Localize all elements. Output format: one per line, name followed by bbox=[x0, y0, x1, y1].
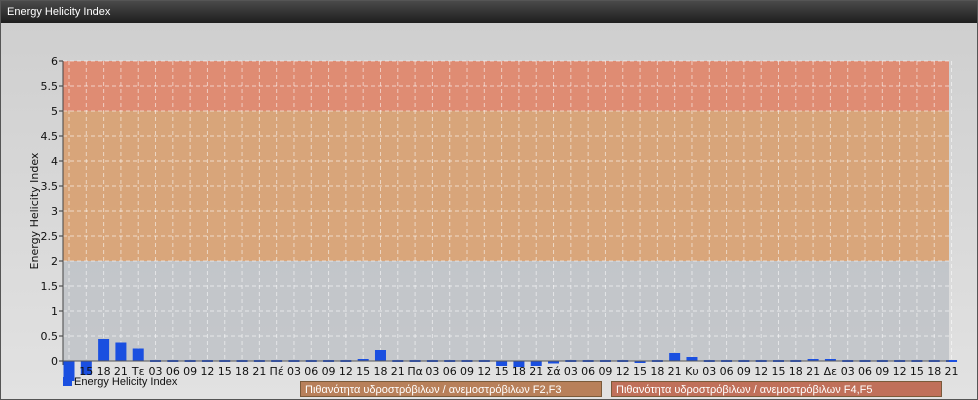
bar bbox=[115, 342, 127, 361]
y-tick-label: 0.5 bbox=[41, 330, 59, 343]
x-tick-label: 06 bbox=[581, 365, 595, 378]
x-tick-label: 15 bbox=[356, 365, 370, 378]
y-tick-label: 5.5 bbox=[41, 80, 59, 93]
y-tick-label: 1 bbox=[51, 305, 58, 318]
x-tick-label: 09 bbox=[183, 365, 197, 378]
x-tick-label: 18 bbox=[373, 365, 387, 378]
x-tick-label: 12 bbox=[754, 365, 768, 378]
x-tick-label: 03 bbox=[702, 365, 716, 378]
x-tick-label: 03 bbox=[841, 365, 855, 378]
y-tick-label: 2 bbox=[51, 255, 58, 268]
x-tick-label: 12 bbox=[339, 365, 353, 378]
y-axis-label: Energy Helicity Index bbox=[28, 152, 41, 269]
y-tick-label: 4.5 bbox=[41, 130, 59, 143]
x-tick-label: 21 bbox=[945, 365, 959, 378]
legend-band-f4f5[interactable]: Πιθανότητα υδροστρόβιλων / ανεμοστρόβιλω… bbox=[611, 381, 942, 397]
y-tick-label: 6 bbox=[51, 55, 58, 68]
y-tick-label: 0 bbox=[51, 355, 58, 368]
x-tick-label: 12 bbox=[616, 365, 630, 378]
bar bbox=[98, 339, 110, 361]
x-tick-label: 21 bbox=[391, 365, 405, 378]
x-tick-label: 21 bbox=[806, 365, 820, 378]
bar bbox=[669, 353, 681, 361]
y-tick-label: 3.5 bbox=[41, 180, 59, 193]
x-tick-label: Πέ bbox=[270, 365, 284, 378]
x-tick-label: 06 bbox=[443, 365, 457, 378]
x-tick-label: 12 bbox=[893, 365, 907, 378]
x-tick-label: 09 bbox=[737, 365, 751, 378]
x-tick-label: 18 bbox=[512, 365, 526, 378]
x-tick-label: 18 bbox=[650, 365, 664, 378]
bar bbox=[686, 357, 698, 361]
x-tick-label: 09 bbox=[598, 365, 612, 378]
y-tick-label: 3 bbox=[51, 205, 58, 218]
x-tick-label: 15 bbox=[218, 365, 232, 378]
y-tick-label: 2.5 bbox=[41, 230, 59, 243]
x-tick-label: 06 bbox=[720, 365, 734, 378]
x-tick-label: 06 bbox=[304, 365, 318, 378]
x-tick-label: 21 bbox=[252, 365, 266, 378]
x-tick-label: 15 bbox=[633, 365, 647, 378]
y-tick-label: 5 bbox=[51, 105, 58, 118]
x-tick-label: 15 bbox=[495, 365, 509, 378]
x-tick-label: 21 bbox=[529, 365, 543, 378]
y-tick-label: 4 bbox=[51, 155, 58, 168]
x-tick-label: 15 bbox=[910, 365, 924, 378]
bar bbox=[132, 348, 144, 361]
x-tick-label: 09 bbox=[460, 365, 474, 378]
x-tick-label: 15 bbox=[771, 365, 785, 378]
x-tick-label: 12 bbox=[477, 365, 491, 378]
x-tick-label: 18 bbox=[789, 365, 803, 378]
legend-series-label: Energy Helicity Index bbox=[74, 376, 178, 388]
series-swatch bbox=[63, 377, 72, 386]
x-tick-label: Δε bbox=[824, 365, 838, 378]
bar bbox=[374, 350, 386, 361]
x-tick-label: 09 bbox=[875, 365, 889, 378]
window-title: Energy Helicity Index bbox=[1, 1, 977, 23]
chart-window: Energy Helicity Index 0 0.5 1 1.5 2 2.5 3 3.5 4 4… bbox=[0, 0, 978, 400]
x-tick-label: Πα bbox=[407, 365, 423, 378]
x-tick-label: 03 bbox=[564, 365, 578, 378]
x-tick-label: 18 bbox=[235, 365, 249, 378]
ehi-chart: 00.511.522.533.544.555.56 15 18 21 Τε 03 06 09… bbox=[1, 23, 977, 399]
x-tick-label: 21 bbox=[668, 365, 682, 378]
y-tick-label: 1.5 bbox=[41, 280, 59, 293]
x-tick-label: 12 bbox=[200, 365, 214, 378]
x-tick-label: 03 bbox=[287, 365, 301, 378]
x-tick-label: 09 bbox=[322, 365, 336, 378]
x-tick-label: Κυ bbox=[685, 365, 699, 378]
x-tick-label: 03 bbox=[425, 365, 439, 378]
legend-series[interactable]: Energy Helicity Index bbox=[63, 376, 177, 388]
x-tick-label: 18 bbox=[927, 365, 941, 378]
legend-band-f2f3[interactable]: Πιθανότητα υδροστρόβιλων / ανεμοστρόβιλω… bbox=[300, 381, 602, 397]
x-tick-label: 06 bbox=[858, 365, 872, 378]
x-tick-label: Σά bbox=[546, 365, 560, 378]
